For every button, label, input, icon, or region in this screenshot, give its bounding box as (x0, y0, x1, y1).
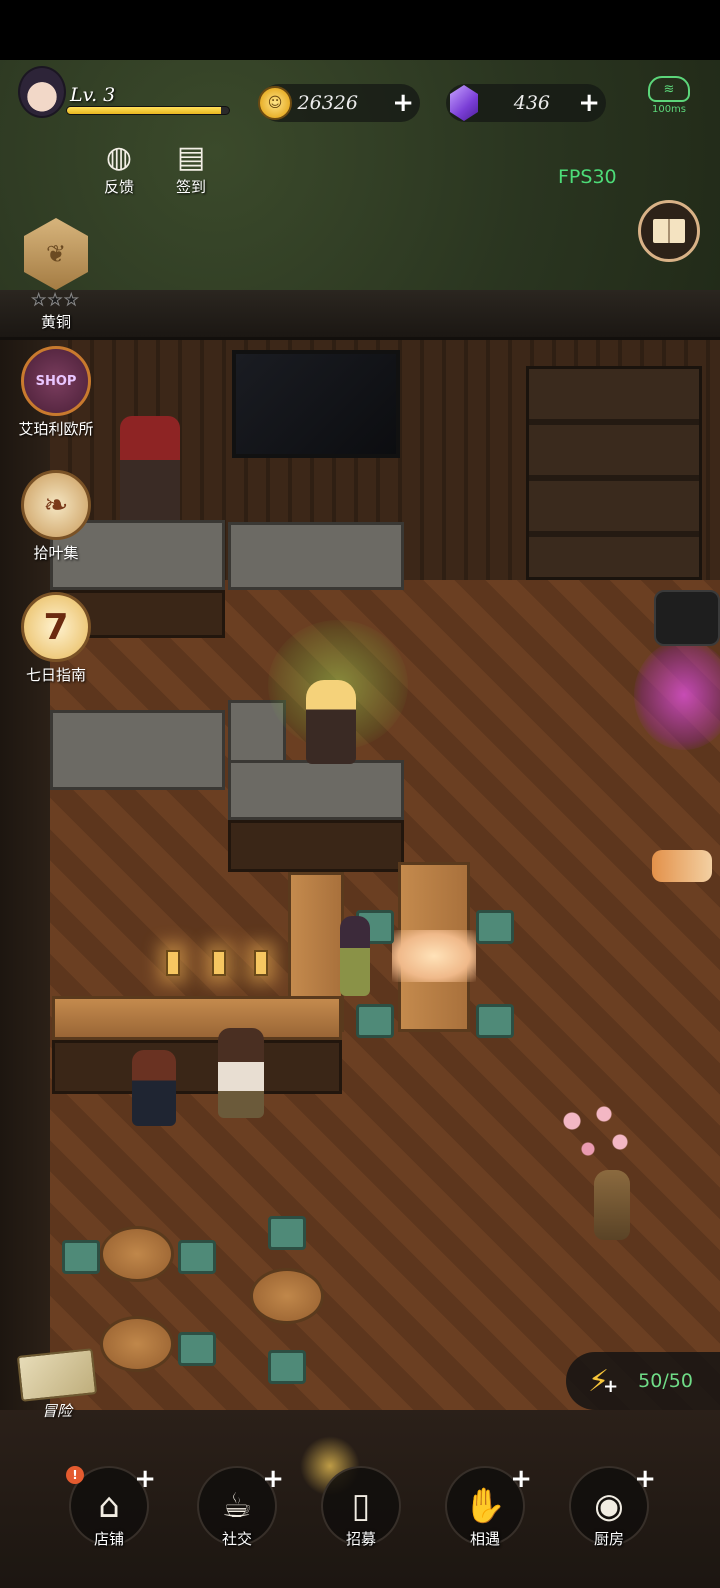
blonde-host-character[interactable] (306, 680, 356, 764)
cherry-blossom-plant (556, 1100, 636, 1170)
chair[interactable] (476, 910, 514, 944)
leaf-collection-button[interactable]: ❧ 拾叶集 (10, 470, 102, 563)
add-energy-button[interactable]: + (603, 1376, 618, 1397)
network-status: ≋ 100ms (644, 76, 694, 118)
alert-badge: ! (66, 1466, 84, 1484)
kitchen-plus: + (634, 1464, 656, 1494)
nav-store[interactable]: ⌂ ! + 店铺 (64, 1464, 156, 1549)
chair[interactable] (476, 1004, 514, 1038)
round-table[interactable] (250, 1268, 324, 1324)
chair[interactable] (268, 1350, 306, 1384)
nav-meet[interactable]: ✋ + 相遇 (440, 1464, 532, 1549)
nav-kitchen[interactable]: ◉ + 厨房 (564, 1464, 656, 1549)
nav-recruit-label: 招募 (345, 1530, 376, 1548)
bronze-rank-icon: ❦ (24, 218, 88, 290)
feedback-label: 反馈 (103, 178, 134, 196)
service-counter[interactable] (228, 760, 404, 820)
shop-label: 艾珀利欧所 (18, 420, 94, 438)
gem-value: 436 (513, 92, 550, 114)
coin-counter[interactable]: ☺ 26326 + (258, 84, 420, 122)
service-counter-front (228, 820, 404, 872)
adventure-button[interactable]: 冒险 (14, 1348, 100, 1421)
calendar-icon: ▤ (176, 140, 206, 175)
add-coins-button[interactable]: + (392, 90, 414, 116)
red-masked-npc[interactable] (120, 416, 180, 526)
chair[interactable] (356, 1004, 394, 1038)
nav-social-label: 社交 (221, 1530, 252, 1548)
round-table[interactable] (100, 1316, 174, 1372)
order-bubble[interactable] (654, 590, 720, 646)
nav-recruit[interactable]: ▯ 招募 (316, 1466, 406, 1549)
network-latency: 100ms (651, 104, 687, 115)
rank-button[interactable]: ❦ ★★★ 黄铜 (10, 218, 102, 332)
table-light (392, 930, 476, 982)
leaf-book-icon: ❧ (21, 470, 91, 540)
gem-icon (450, 85, 478, 121)
purple-glow-effect (634, 640, 720, 750)
hanging-lantern (212, 950, 226, 976)
nav-store-label: 店铺 (93, 1530, 124, 1548)
signin-label: 签到 (175, 178, 206, 196)
store-plus: + (134, 1464, 156, 1494)
cloud-wifi-icon: ≋ (648, 76, 690, 102)
guide-badge-text: 7 (43, 606, 69, 648)
book-icon (653, 219, 685, 243)
round-table[interactable] (100, 1226, 174, 1282)
seated-customer[interactable] (132, 1050, 176, 1126)
map-icon (16, 1348, 98, 1402)
flower-vase (594, 1170, 630, 1240)
roof-edge (0, 290, 720, 340)
coin-value: 26326 (297, 92, 358, 114)
nav-kitchen-label: 厨房 (593, 1530, 624, 1548)
xp-bar-fill (67, 107, 221, 114)
seven-icon: 7 (21, 592, 91, 662)
shop-mask-icon: SHOP (21, 346, 91, 416)
player-level: Lv. 3 (70, 84, 116, 106)
recipe-book-button[interactable] (638, 200, 700, 262)
rank-stars: ★★★ (31, 290, 81, 310)
globe-icon: ◍ (105, 140, 133, 175)
waiter-character[interactable] (218, 1028, 264, 1118)
bottom-nav: ⌂ ! + 店铺 ☕ + 社交 ▯ 招募 ✋ + 相遇 ◉ + 厨房 (0, 1452, 720, 1562)
fps-counter: FPS30 (558, 166, 617, 188)
energy-value: 50/50 (638, 1370, 693, 1392)
hanging-lantern (166, 950, 180, 976)
chair[interactable] (178, 1240, 216, 1274)
shop-button[interactable]: SHOP 艾珀利欧所 (10, 346, 102, 439)
nav-social[interactable]: ☕ + 社交 (192, 1464, 284, 1549)
bread-counter[interactable] (50, 710, 225, 790)
wall-tv (232, 350, 400, 458)
corgi-pet[interactable] (652, 850, 712, 882)
hanging-lantern (254, 950, 268, 976)
energy-counter[interactable]: ⚡ + 50/50 (566, 1352, 720, 1410)
adventure-label: 冒险 (41, 1402, 72, 1420)
rank-label: 黄铜 (40, 313, 71, 331)
add-gems-button[interactable]: + (578, 90, 600, 116)
seven-day-guide-label: 七日指南 (25, 666, 86, 684)
gem-counter[interactable]: 436 + (446, 84, 606, 122)
xp-bar (66, 106, 230, 115)
signin-button[interactable]: ▤ 签到 (156, 140, 226, 197)
seven-day-guide-button[interactable]: 7 七日指南 (10, 592, 102, 685)
pastry-counter[interactable] (228, 522, 404, 590)
chair[interactable] (268, 1216, 306, 1250)
nav-meet-label: 相遇 (469, 1530, 500, 1548)
customer-girl[interactable] (340, 916, 370, 996)
coin-icon: ☺ (258, 86, 292, 120)
meet-plus: + (510, 1464, 532, 1494)
kitchen-shelf[interactable] (526, 366, 702, 580)
leaf-collection-label: 拾叶集 (33, 544, 79, 562)
bar-counter[interactable] (52, 996, 342, 1040)
player-avatar[interactable] (18, 66, 66, 118)
feedback-button[interactable]: ◍ 反馈 (84, 140, 154, 197)
chair[interactable] (178, 1332, 216, 1366)
bar-counter-front (52, 1040, 342, 1094)
social-plus: + (262, 1464, 284, 1494)
shop-badge-text: SHOP (35, 373, 77, 389)
chair[interactable] (62, 1240, 100, 1274)
